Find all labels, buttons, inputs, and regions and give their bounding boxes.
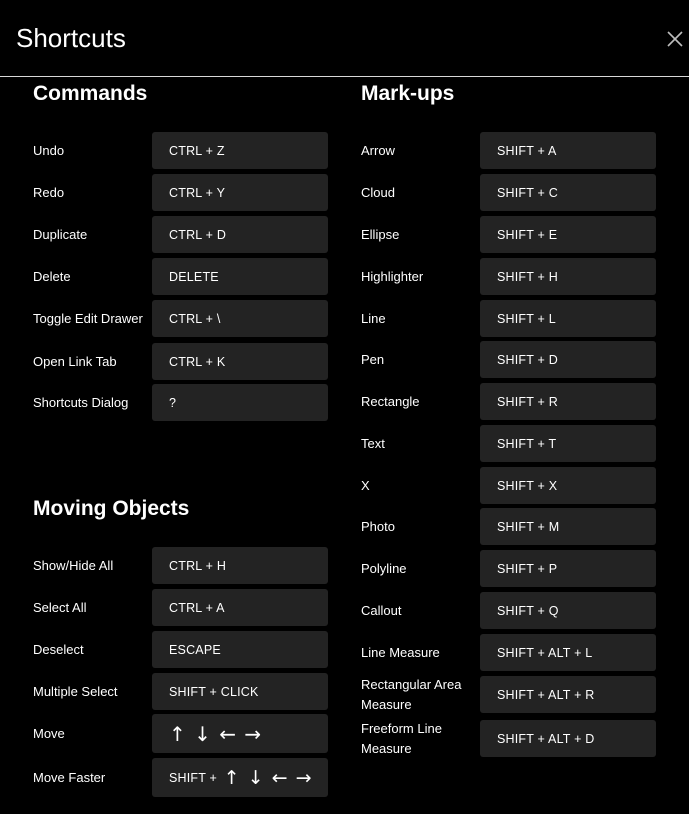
shortcut-row-line-measure: Line Measure SHIFT + ALT + L xyxy=(361,634,661,671)
commands-heading: Commands xyxy=(33,82,148,105)
shortcut-row-line: Line SHIFT + L xyxy=(361,300,661,337)
shortcut-label: Move xyxy=(33,725,65,741)
shortcut-row-callout: Callout SHIFT + Q xyxy=(361,592,661,629)
arrow-keys-icon: ↑ ↓ ← → xyxy=(223,766,313,789)
shortcut-label: Redo xyxy=(33,184,65,200)
moving-objects-heading: Moving Objects xyxy=(33,497,190,520)
shortcut-key: CTRL + Y xyxy=(152,174,328,211)
shortcut-row-multiple-select: Multiple Select SHIFT + CLICK xyxy=(33,673,333,710)
shortcut-label: Open Link Tab xyxy=(33,353,117,369)
shortcut-row-pen: Pen SHIFT + D xyxy=(361,341,661,378)
shortcut-key: SHIFT + ↑ ↓ ← → xyxy=(152,758,328,797)
shortcut-key: DELETE xyxy=(152,258,328,295)
shortcut-row-polyline: Polyline SHIFT + P xyxy=(361,550,661,587)
shortcut-row-freeform-line-measure: Freeform Line Measure SHIFT + ALT + D xyxy=(361,720,661,757)
shortcut-label: Arrow xyxy=(361,142,395,158)
dialog-header: Shortcuts xyxy=(0,0,689,77)
shortcut-key: SHIFT + M xyxy=(480,508,656,545)
shortcut-label: Rectangle xyxy=(361,393,420,409)
shortcut-label: Show/Hide All xyxy=(33,557,114,573)
shortcut-label: Photo xyxy=(361,518,395,534)
shortcut-row-ellipse: Ellipse SHIFT + E xyxy=(361,216,661,253)
shortcut-key: SHIFT + ALT + R xyxy=(480,676,656,713)
shortcut-label: Text xyxy=(361,435,385,451)
shortcut-row-move: Move ↑ ↓ ← → xyxy=(33,714,333,753)
close-button[interactable] xyxy=(665,29,685,49)
shortcut-key: SHIFT + P xyxy=(480,550,656,587)
shortcut-row-cloud: Cloud SHIFT + C xyxy=(361,174,661,211)
shortcut-label: Undo xyxy=(33,142,65,158)
shortcut-key: SHIFT + A xyxy=(480,132,656,169)
shortcut-label: Select All xyxy=(33,599,87,615)
arrow-keys-icon: ↑ ↓ ← → xyxy=(152,714,328,753)
shortcut-key: SHIFT + ALT + D xyxy=(480,720,656,757)
shortcut-row-toggle-edit-drawer: Toggle Edit Drawer CTRL + \ xyxy=(33,300,333,337)
shortcut-row-photo: Photo SHIFT + M xyxy=(361,508,661,545)
shortcut-key: CTRL + A xyxy=(152,589,328,626)
shortcut-key: SHIFT + E xyxy=(480,216,656,253)
shortcut-key-prefix: SHIFT + xyxy=(169,770,221,785)
shortcut-key: SHIFT + CLICK xyxy=(152,673,328,710)
shortcut-label: Delete xyxy=(33,268,71,284)
shortcut-key: SHIFT + ALT + L xyxy=(480,634,656,671)
shortcut-key: ESCAPE xyxy=(152,631,328,668)
shortcut-row-show-hide-all: Show/Hide All CTRL + H xyxy=(33,547,333,584)
shortcut-key: SHIFT + Q xyxy=(480,592,656,629)
shortcut-key: CTRL + \ xyxy=(152,300,328,337)
shortcut-label: Line xyxy=(361,310,386,326)
shortcut-label: Highlighter xyxy=(361,268,424,284)
shortcut-row-undo: Undo CTRL + Z xyxy=(33,132,333,169)
shortcut-row-redo: Redo CTRL + Y xyxy=(33,174,333,211)
shortcut-key: CTRL + Z xyxy=(152,132,328,169)
shortcut-row-open-link-tab: Open Link Tab CTRL + K xyxy=(33,343,333,380)
shortcut-row-duplicate: Duplicate CTRL + D xyxy=(33,216,333,253)
shortcut-label: Duplicate xyxy=(33,226,88,242)
shortcut-row-x: X SHIFT + X xyxy=(361,467,661,504)
shortcut-key: SHIFT + L xyxy=(480,300,656,337)
shortcut-key: SHIFT + X xyxy=(480,467,656,504)
shortcut-row-shortcuts-dialog: Shortcuts Dialog ? xyxy=(33,384,333,421)
shortcut-label: Rectangular Area Measure xyxy=(361,676,462,712)
close-icon xyxy=(667,31,683,47)
shortcut-label: Toggle Edit Drawer xyxy=(33,310,143,326)
shortcut-row-select-all: Select All CTRL + A xyxy=(33,589,333,626)
shortcut-label: Move Faster xyxy=(33,769,106,785)
shortcut-row-rectangular-area-measure: Rectangular Area Measure SHIFT + ALT + R xyxy=(361,676,661,713)
shortcut-label: Pen xyxy=(361,351,385,367)
shortcut-label: Ellipse xyxy=(361,226,400,242)
dialog-title: Shortcuts xyxy=(16,23,126,53)
shortcuts-dialog: Shortcuts Commands Undo CTRL + Z Redo CT… xyxy=(0,0,689,814)
shortcut-row-deselect: Deselect ESCAPE xyxy=(33,631,333,668)
shortcut-label: Cloud xyxy=(361,184,395,200)
shortcut-label: X xyxy=(361,477,370,493)
shortcut-key: SHIFT + H xyxy=(480,258,656,295)
shortcut-row-move-faster: Move Faster SHIFT + ↑ ↓ ← → xyxy=(33,758,333,797)
shortcut-row-highlighter: Highlighter SHIFT + H xyxy=(361,258,661,295)
shortcut-label: Line Measure xyxy=(361,644,440,660)
shortcut-key: SHIFT + T xyxy=(480,425,656,462)
shortcut-key: SHIFT + C xyxy=(480,174,656,211)
shortcut-label: Polyline xyxy=(361,560,407,576)
shortcut-key: CTRL + H xyxy=(152,547,328,584)
shortcut-key: CTRL + K xyxy=(152,343,328,380)
shortcut-row-delete: Delete DELETE xyxy=(33,258,333,295)
shortcut-row-rectangle: Rectangle SHIFT + R xyxy=(361,383,661,420)
shortcut-key: ? xyxy=(152,384,328,421)
shortcut-label: Freeform Line Measure xyxy=(361,720,442,756)
shortcut-label: Multiple Select xyxy=(33,683,118,699)
shortcut-key: SHIFT + D xyxy=(480,341,656,378)
shortcut-row-arrow: Arrow SHIFT + A xyxy=(361,132,661,169)
shortcut-label: Shortcuts Dialog xyxy=(33,394,129,410)
shortcut-label: Deselect xyxy=(33,641,84,657)
shortcut-row-text: Text SHIFT + T xyxy=(361,425,661,462)
shortcut-label: Callout xyxy=(361,602,402,618)
shortcut-key: CTRL + D xyxy=(152,216,328,253)
markups-heading: Mark-ups xyxy=(361,82,455,105)
shortcut-key: SHIFT + R xyxy=(480,383,656,420)
